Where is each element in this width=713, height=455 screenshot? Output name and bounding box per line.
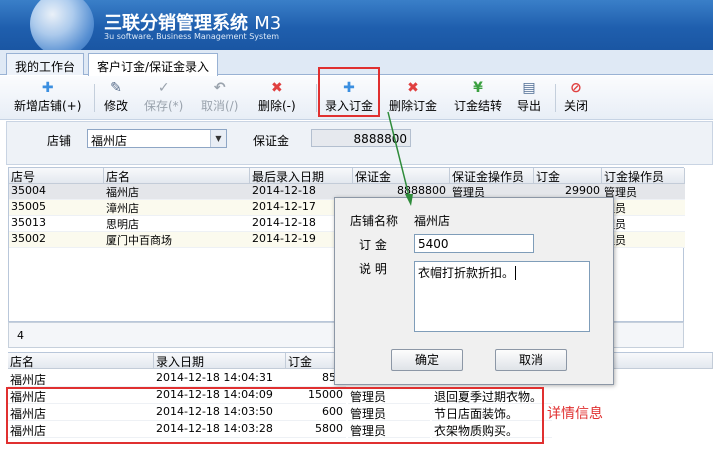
highlight-enter-deposit [318, 67, 380, 117]
column-header[interactable]: 店名 [8, 353, 154, 369]
store-label: 店铺 [47, 134, 72, 148]
x-icon: ✖ [407, 80, 419, 96]
filter-panel: 店铺 福州店 ▼ 保证金 8888800 [6, 121, 713, 165]
column-header[interactable]: 保证金操作员 [450, 168, 534, 184]
close-button[interactable]: ⊘ 关闭 [564, 80, 588, 116]
toolbar-separator [316, 84, 317, 112]
deposit-amount-input[interactable]: 5400 [414, 234, 534, 253]
app-window: 三联分销管理系统 M3 3u software, Business Manage… [0, 0, 713, 455]
app-subtitle: 3u software, Business Management System [104, 32, 280, 41]
delete-button[interactable]: ✖ 删除(-) [258, 80, 296, 116]
store-name-value: 福州店 [414, 214, 451, 228]
save-button[interactable]: ✓ 保存(*) [144, 80, 183, 116]
x-icon: ✖ [270, 80, 283, 96]
highlight-detail-rows [6, 387, 544, 444]
toolbar-separator [555, 84, 556, 112]
deposit-entry-dialog: 店铺名称 福州店 订 金 5400 说 明 衣帽打折款折扣。 确定 取消 [334, 197, 614, 385]
new-store-button[interactable]: ✚ 新增店铺(+) [14, 80, 81, 116]
ok-button[interactable]: 确定 [391, 349, 463, 371]
store-name-label: 店铺名称 [350, 214, 399, 228]
close-circle-icon: ⊘ [570, 80, 582, 96]
app-header: 三联分销管理系统 M3 3u software, Business Manage… [0, 0, 713, 50]
note-label: 说 明 [359, 262, 387, 276]
tab-deposit-entry[interactable]: 客户订金/保证金录入 [88, 53, 219, 76]
detail-info-label: 详情信息 [547, 406, 603, 422]
column-header[interactable]: 最后录入日期 [250, 168, 353, 184]
edit-icon: ✎ [110, 80, 122, 96]
note-textarea[interactable]: 衣帽打折款折扣。 [414, 261, 590, 332]
globe-logo-icon [30, 0, 94, 50]
column-header[interactable]: 店号 [9, 168, 104, 184]
arrow-annotation-icon [387, 111, 413, 206]
column-header[interactable]: 录入日期 [154, 353, 286, 369]
column-header[interactable]: 店名 [104, 168, 250, 184]
column-header[interactable]: 订金操作员 [602, 168, 685, 184]
undo-icon: ↶ [213, 80, 226, 96]
deposit-amount-label: 订 金 [359, 238, 387, 252]
export-icon: ▤ [522, 80, 536, 96]
store-select[interactable]: 福州店 ▼ [87, 129, 227, 148]
plus-icon: ✚ [41, 80, 54, 96]
edit-button[interactable]: ✎ 修改 [104, 80, 128, 116]
cancel-button[interactable]: ↶ 取消(/) [201, 80, 238, 116]
chevron-down-icon[interactable]: ▼ [210, 130, 226, 147]
deposit-label: 保证金 [253, 134, 290, 148]
tab-my-workbench[interactable]: 我的工作台 [6, 53, 85, 75]
settle-deposit-button[interactable]: ¥ 订金结转 [454, 80, 502, 116]
row-count: 4 [17, 329, 24, 342]
export-button[interactable]: ▤ 导出 [517, 80, 541, 116]
toolbar-separator [94, 84, 95, 112]
text-cursor [515, 266, 517, 280]
yen-icon: ¥ [473, 80, 483, 96]
column-header[interactable]: 订金 [534, 168, 602, 184]
dialog-cancel-button[interactable]: 取消 [495, 349, 567, 371]
check-icon: ✓ [157, 80, 170, 96]
